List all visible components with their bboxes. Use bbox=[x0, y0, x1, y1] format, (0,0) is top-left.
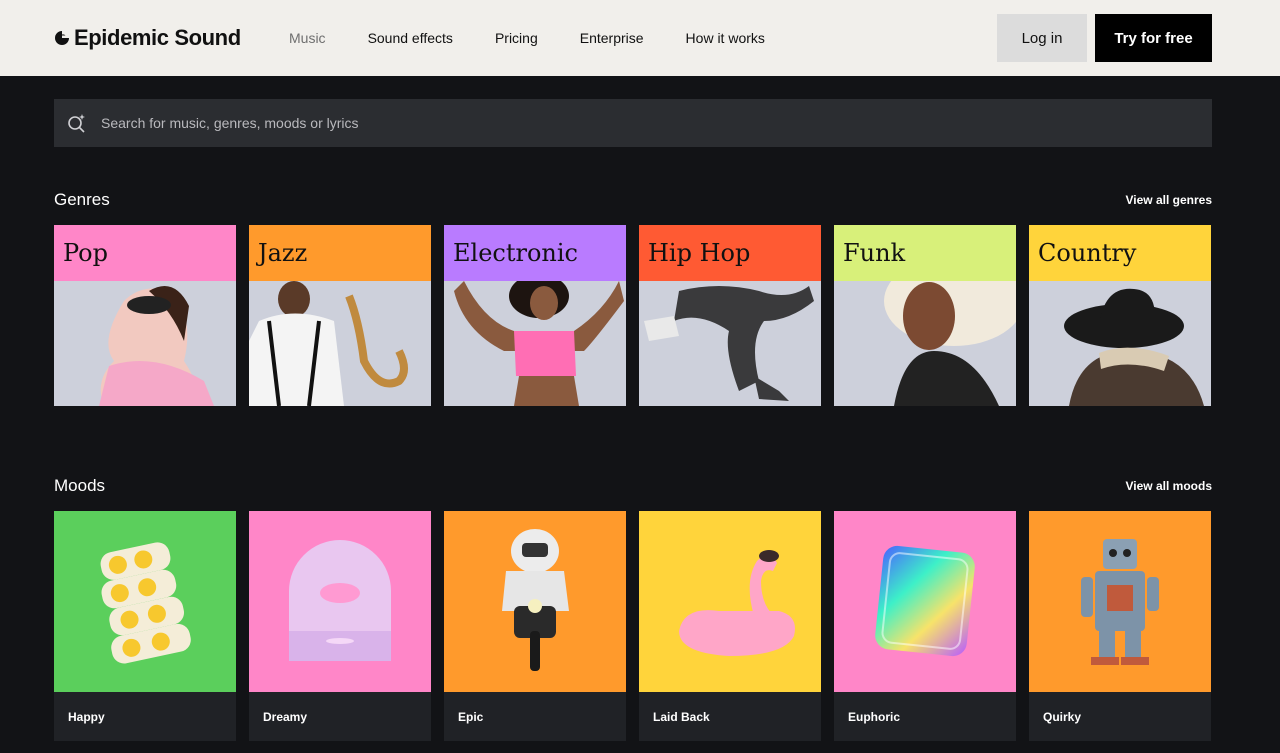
view-all-moods-link[interactable]: View all moods bbox=[1126, 479, 1212, 493]
genre-label-pop: Pop bbox=[54, 225, 236, 281]
genre-label-jazz: Jazz bbox=[249, 225, 431, 281]
genres-heading: Genres bbox=[54, 190, 110, 209]
genre-card-electronic[interactable]: Electronic bbox=[444, 225, 626, 406]
try-for-free-button[interactable]: Try for free bbox=[1095, 14, 1212, 62]
nav-music[interactable]: Music bbox=[289, 30, 326, 46]
mood-card-epic[interactable]: Epic bbox=[444, 511, 626, 741]
nav-pricing[interactable]: Pricing bbox=[495, 30, 538, 46]
mood-label-dreamy: Dreamy bbox=[263, 710, 308, 724]
dreamy-arch-icon bbox=[249, 511, 431, 692]
logo-text: Epidemic Sound bbox=[74, 25, 241, 50]
toy-robot-icon bbox=[1029, 511, 1211, 692]
genre-card-hip-hop[interactable]: Hip Hop bbox=[639, 225, 821, 406]
smiley-tape-icon bbox=[54, 511, 236, 692]
genre-card-funk[interactable]: Funk bbox=[834, 225, 1016, 406]
mood-card-dreamy[interactable]: Dreamy bbox=[249, 511, 431, 741]
search-input[interactable] bbox=[101, 115, 1212, 131]
funk-photo-icon bbox=[834, 281, 1016, 406]
pop-photo-icon bbox=[54, 281, 236, 406]
login-button[interactable]: Log in bbox=[997, 14, 1087, 62]
genre-label-electronic: Electronic bbox=[444, 225, 626, 281]
genre-card-country[interactable]: Country bbox=[1029, 225, 1211, 406]
moods-heading: Moods bbox=[54, 476, 106, 495]
genre-label-hip-hop: Hip Hop bbox=[639, 225, 821, 281]
iridescent-shape-icon bbox=[834, 511, 1016, 692]
main-nav: Music Sound effects Pricing Enterprise H… bbox=[289, 0, 807, 76]
logo[interactable]: Epidemic Sound bbox=[54, 24, 241, 52]
jazz-photo-icon bbox=[249, 281, 431, 406]
genre-card-pop[interactable]: Pop bbox=[54, 225, 236, 406]
search-sparkle-icon bbox=[68, 114, 85, 133]
mood-label-quirky: Quirky bbox=[1043, 710, 1082, 724]
nav-enterprise[interactable]: Enterprise bbox=[580, 30, 644, 46]
mood-label-laid-back: Laid Back bbox=[653, 710, 710, 724]
flamingo-float-icon bbox=[639, 511, 821, 692]
hip-hop-photo-icon bbox=[639, 281, 821, 406]
genre-label-funk: Funk bbox=[834, 225, 1016, 281]
epidemic-logo-icon bbox=[55, 31, 69, 45]
astronaut-motorcycle-icon bbox=[444, 511, 626, 692]
nav-sound-effects[interactable]: Sound effects bbox=[368, 30, 453, 46]
mood-label-happy: Happy bbox=[68, 710, 105, 724]
genres-row: Pop Jazz Electronic Hip Hop Funk Country bbox=[54, 225, 1211, 406]
view-all-genres-link[interactable]: View all genres bbox=[1126, 193, 1213, 207]
mood-card-happy[interactable]: Happy bbox=[54, 511, 236, 741]
mood-card-quirky[interactable]: Quirky bbox=[1029, 511, 1211, 741]
mood-label-epic: Epic bbox=[458, 710, 484, 724]
genre-label-country: Country bbox=[1029, 225, 1211, 281]
nav-how-it-works[interactable]: How it works bbox=[686, 30, 765, 46]
mood-label-euphoric: Euphoric bbox=[848, 710, 901, 724]
country-photo-icon bbox=[1029, 281, 1211, 406]
mood-card-laid-back[interactable]: Laid Back bbox=[639, 511, 821, 741]
search-bar[interactable] bbox=[54, 99, 1212, 147]
top-header: Epidemic Sound Music Sound effects Prici… bbox=[0, 0, 1280, 76]
mood-card-euphoric[interactable]: Euphoric bbox=[834, 511, 1016, 741]
moods-row: Happy Dreamy Epic Laid Back Euphoric Qui… bbox=[54, 511, 1211, 741]
electronic-photo-icon bbox=[444, 281, 626, 406]
genre-card-jazz[interactable]: Jazz bbox=[249, 225, 431, 406]
